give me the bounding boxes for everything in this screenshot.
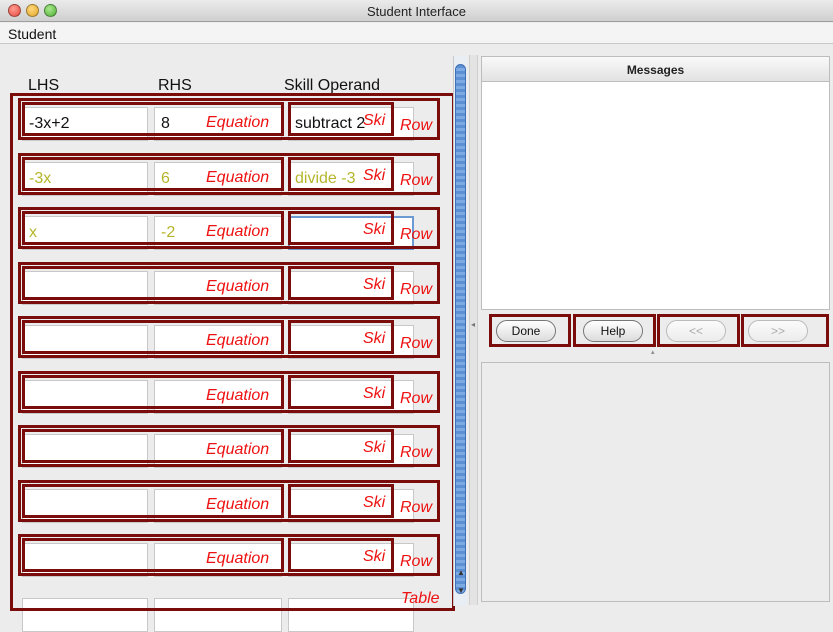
hint-area bbox=[481, 362, 830, 602]
row-annotation-label: Row bbox=[400, 335, 433, 352]
menu-bar: Student bbox=[0, 23, 833, 44]
collapse-up-icon[interactable]: ▴ bbox=[651, 348, 655, 356]
skill-annotation-label: Ski bbox=[363, 330, 386, 347]
help-annotation-box bbox=[573, 314, 656, 347]
scroll-up-icon[interactable]: ▲ bbox=[457, 568, 465, 577]
row-annotation-label: Row bbox=[400, 172, 433, 189]
skill-annotation-label: Ski bbox=[363, 167, 386, 184]
skill-annotation-label: Ski bbox=[363, 112, 386, 129]
title-bar: Student Interface bbox=[0, 0, 833, 22]
scroll-down-icon[interactable]: ▼ bbox=[457, 586, 465, 595]
equation-annotation-label: Equation bbox=[206, 441, 270, 458]
scrollbar-thumb[interactable] bbox=[455, 64, 466, 594]
equation-annotation-label: Equation bbox=[206, 114, 270, 131]
row-annotation-label: Row bbox=[400, 390, 433, 407]
row-annotation-label: Row bbox=[400, 499, 433, 516]
row-annotation-label: Row bbox=[400, 444, 433, 461]
previous-annotation-box bbox=[657, 314, 740, 347]
skill-annotation-label: Ski bbox=[363, 548, 386, 565]
skill-annotation-label: Ski bbox=[363, 221, 386, 238]
equation-annotation-label: Equation bbox=[206, 278, 270, 295]
collapse-left-icon[interactable]: ◂ bbox=[471, 320, 475, 329]
menu-student[interactable]: Student bbox=[8, 26, 56, 42]
equation-annotation-label: Equation bbox=[206, 550, 270, 567]
table-annotation-label: Table bbox=[401, 590, 440, 607]
skill-annotation-label: Ski bbox=[363, 276, 386, 293]
equation-annotation-label: Equation bbox=[206, 387, 270, 404]
next-annotation-box bbox=[741, 314, 829, 347]
row-annotation-label: Row bbox=[400, 117, 433, 134]
row-annotation-label: Row bbox=[400, 553, 433, 570]
equation-annotation-label: Equation bbox=[206, 332, 270, 349]
skill-annotation-label: Ski bbox=[363, 439, 386, 456]
messages-area bbox=[481, 82, 830, 310]
equation-annotation-label: Equation bbox=[206, 169, 270, 186]
table-scrollbar[interactable]: ▲ ▼ bbox=[453, 56, 467, 606]
window-title: Student Interface bbox=[366, 4, 466, 19]
equation-annotation-label: Equation bbox=[206, 496, 270, 513]
skill-annotation-label: Ski bbox=[363, 494, 386, 511]
equation-annotation-label: Equation bbox=[206, 223, 270, 240]
skill-annotation-label: Ski bbox=[363, 385, 386, 402]
messages-header: Messages bbox=[481, 56, 830, 82]
row-annotation-label: Row bbox=[400, 226, 433, 243]
row-annotation-label: Row bbox=[400, 281, 433, 298]
split-pane-divider[interactable]: ◂ bbox=[469, 55, 478, 605]
done-annotation-box bbox=[489, 314, 571, 347]
